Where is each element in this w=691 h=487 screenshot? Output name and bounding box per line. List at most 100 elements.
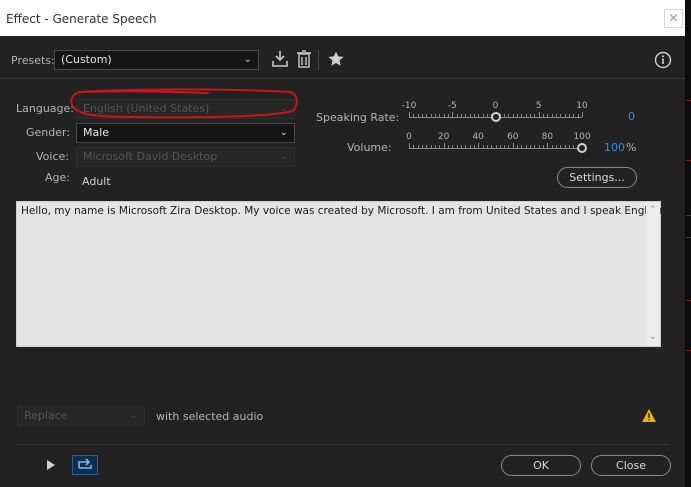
annotation-circle <box>70 88 298 119</box>
text-scrollbar[interactable]: ⌃ ⌄ <box>646 202 660 346</box>
slider-tick <box>543 114 545 117</box>
slider-tick <box>569 145 571 148</box>
slider-tick <box>491 145 493 148</box>
slider-major-tick <box>538 112 540 117</box>
slider-tick <box>413 114 415 117</box>
slider-tick <box>504 145 506 148</box>
play-icon[interactable] <box>45 458 57 472</box>
voice-value: Microsoft David Desktop <box>83 150 218 163</box>
speaking-rate-label: Speaking Rate: <box>316 111 400 124</box>
chevron-down-icon: ⌄ <box>129 410 138 421</box>
loop-icon[interactable] <box>72 455 98 475</box>
slider-knob[interactable] <box>490 112 501 122</box>
info-icon[interactable] <box>654 51 672 69</box>
close-button[interactable]: Close <box>591 455 671 476</box>
slider-tick <box>434 114 436 117</box>
slider-tick <box>417 114 419 117</box>
slider-tick <box>508 114 510 117</box>
slider-major-tick <box>547 143 549 148</box>
slider-tick-label: -5 <box>447 101 457 111</box>
slider-tick <box>452 145 454 148</box>
warning-icon <box>641 408 657 423</box>
slider-tick <box>473 114 475 117</box>
slider-tick <box>460 114 462 117</box>
slider-tick <box>569 114 571 117</box>
slider-major-tick <box>582 112 583 117</box>
slider-tick <box>413 145 415 148</box>
slider-tick <box>508 145 510 148</box>
slider-tick-label: 80 <box>541 132 554 142</box>
slider-tick-label: 40 <box>472 132 484 142</box>
slider-major-tick <box>409 143 410 148</box>
slider-tick <box>421 145 423 148</box>
slider-tick <box>417 145 419 148</box>
presets-label: Presets: <box>11 54 55 67</box>
slider-tick <box>551 114 553 117</box>
slider-tick <box>465 114 467 117</box>
volume-label: Volume: <box>347 141 392 154</box>
slider-tick <box>447 114 449 117</box>
ok-button[interactable]: OK <box>501 455 581 476</box>
slider-tick <box>525 145 527 148</box>
slider-tick <box>434 145 436 148</box>
chevron-down-icon: ⌄ <box>279 151 288 162</box>
volume-slider[interactable]: 0 20 40 60 80 100 <box>406 132 591 153</box>
star-icon[interactable] <box>327 50 345 68</box>
speaking-rate-slider[interactable]: -10 -5 0 5 10 <box>402 101 588 122</box>
speech-text-area[interactable]: Hello, my name is Microsoft Zira Desktop… <box>16 201 666 347</box>
title-bar: Effect - Generate Speech ✕ <box>0 0 685 36</box>
slider-tick <box>577 114 579 117</box>
background-window-edge <box>685 0 691 487</box>
speech-text: Hello, my name is Microsoft Zira Desktop… <box>21 205 666 217</box>
slider-tick <box>556 145 558 148</box>
presets-dropdown[interactable]: (Custom) ⌄ <box>54 50 259 70</box>
slider-tick <box>573 145 575 148</box>
slider-knob[interactable] <box>577 143 587 153</box>
volume-value[interactable]: 100 <box>604 141 625 154</box>
slider-tick <box>426 145 428 148</box>
slider-tick <box>439 114 441 117</box>
slider-tick <box>486 114 488 117</box>
slider-tick <box>521 114 523 117</box>
slider-tick-label: 20 <box>437 132 450 142</box>
slider-tick <box>456 145 458 148</box>
trash-icon[interactable] <box>295 49 313 69</box>
slider-tick <box>465 145 467 148</box>
chevron-down-icon: ⌄ <box>243 54 252 65</box>
window-title: Effect - Generate Speech <box>6 12 157 26</box>
slider-tick <box>504 114 506 117</box>
voice-label: Voice: <box>36 150 69 163</box>
slider-tick-label: 100 <box>573 132 591 142</box>
slider-major-tick <box>512 143 514 148</box>
slider-tick <box>443 114 445 117</box>
mode-dropdown[interactable]: Replace ⌄ <box>17 406 145 426</box>
scroll-up-icon[interactable]: ⌃ <box>649 205 657 215</box>
window-close-button[interactable]: ✕ <box>664 9 683 28</box>
slider-tick <box>512 114 514 117</box>
speaking-rate-value[interactable]: 0 <box>628 110 635 123</box>
slider-tick <box>430 114 432 117</box>
slider-tick <box>469 145 471 148</box>
volume-unit: % <box>626 141 637 154</box>
slider-tick <box>486 145 488 148</box>
slider-tick <box>473 145 475 148</box>
slider-tick <box>482 114 484 117</box>
slider-major-tick <box>443 143 445 148</box>
slider-tick <box>551 145 553 148</box>
slider-tick <box>426 114 428 117</box>
slider-tick <box>439 145 441 148</box>
toolbar-divider <box>318 50 319 70</box>
slider-tick <box>517 145 519 148</box>
mode-suffix-label: with selected audio <box>156 410 264 423</box>
slider-tick <box>564 114 566 117</box>
slider-tick <box>469 114 471 117</box>
scroll-down-icon[interactable]: ⌄ <box>649 332 657 342</box>
chevron-down-icon: ⌄ <box>279 127 288 138</box>
download-icon[interactable] <box>271 49 289 69</box>
gender-dropdown[interactable]: Male ⌄ <box>76 123 295 143</box>
header-separator <box>0 78 685 79</box>
slider-tick <box>534 145 536 148</box>
voice-dropdown[interactable]: Microsoft David Desktop ⌄ <box>76 147 295 167</box>
slider-tick-label: 60 <box>507 132 519 142</box>
settings-button[interactable]: Settings... <box>557 167 637 188</box>
